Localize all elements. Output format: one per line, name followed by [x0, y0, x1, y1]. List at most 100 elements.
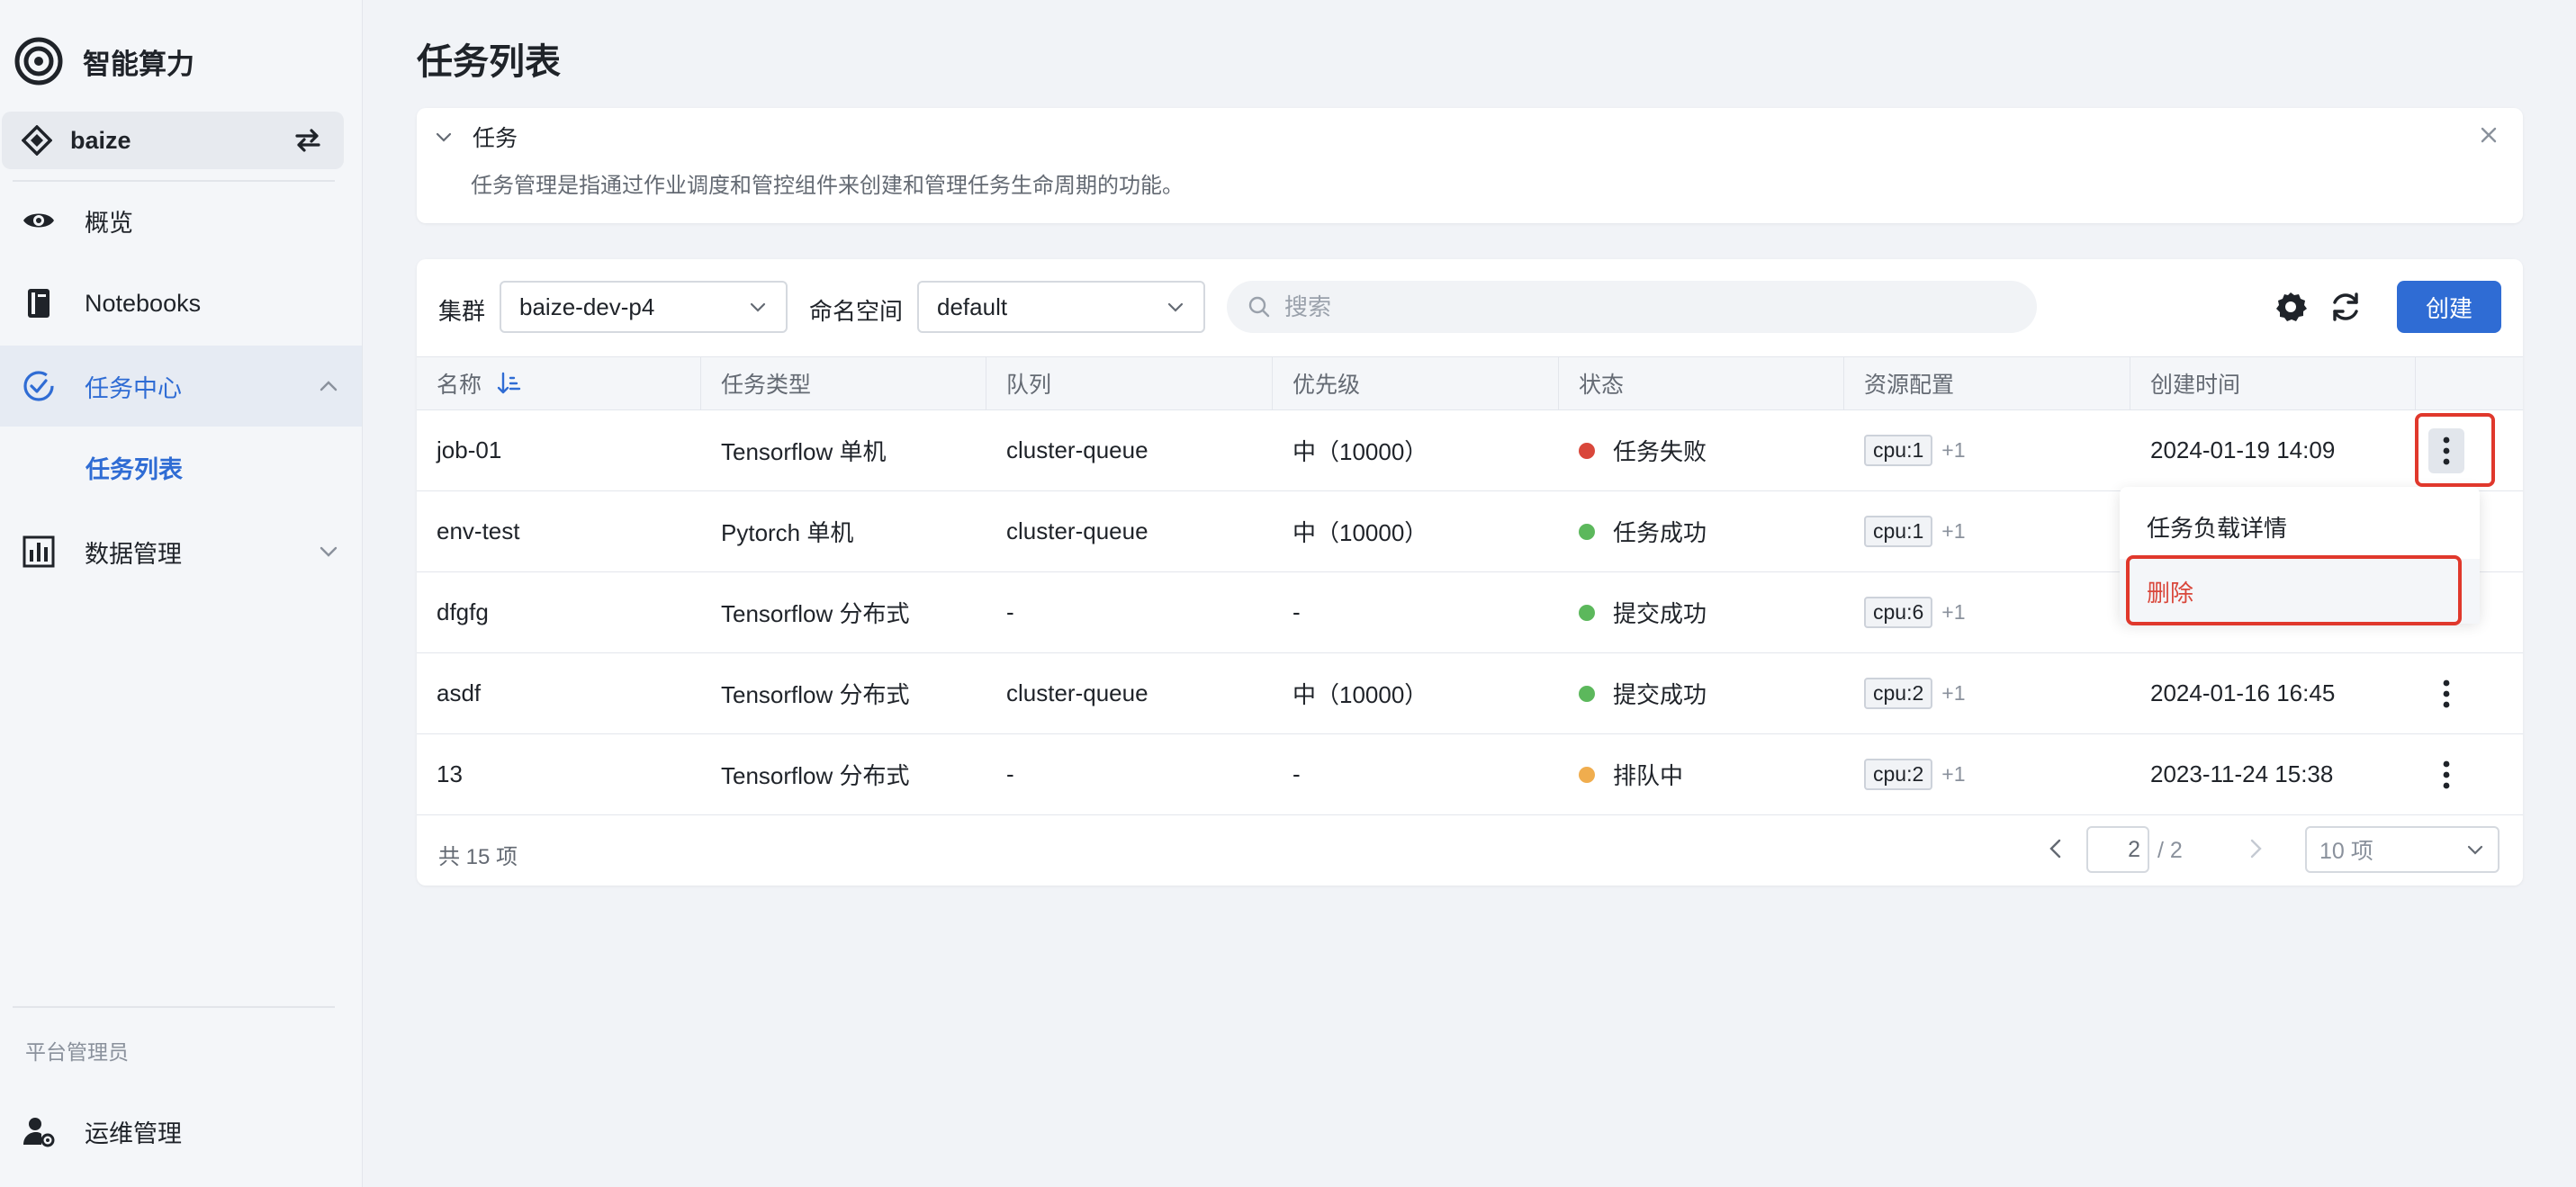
search-input[interactable]	[1284, 292, 2017, 321]
check-circle-icon	[23, 371, 54, 401]
cell-created: 2024-01-16 16:45	[2150, 679, 2336, 706]
gear-icon[interactable]	[2274, 290, 2308, 324]
cell-name[interactable]: env-test	[417, 491, 520, 571]
chevron-left-icon[interactable]	[2044, 837, 2067, 860]
column-header-actions	[2416, 357, 2523, 409]
status-dot	[1579, 442, 1595, 459]
column-header-label: 任务类型	[721, 373, 812, 398]
cell-queue: -	[1006, 598, 1014, 625]
namespace-select-value: default	[937, 292, 1008, 320]
menu-item-workload-details[interactable]: 任务负载详情	[2120, 494, 2480, 559]
cell-priority: 中（10000）	[1293, 519, 1428, 546]
cell-type: Tensorflow 单机	[721, 438, 887, 465]
eye-icon	[23, 213, 54, 228]
column-header-label: 创建时间	[2150, 373, 2241, 398]
chevron-down-icon	[2467, 845, 2483, 855]
sidebar: 智能算力 baize 概览 Notebooks 任务中心 任务列表 数据管理 平…	[0, 0, 363, 1187]
status-dot	[1579, 604, 1595, 621]
column-header-label: 名称	[437, 373, 482, 398]
row-actions-menu: 任务负载详情 删除	[2120, 487, 2480, 624]
sidebar-divider	[13, 1006, 335, 1008]
page-title: 任务列表	[417, 42, 561, 82]
sidebar-item-overview[interactable]: 概览	[0, 180, 362, 261]
workspace-name: baize	[70, 126, 131, 154]
more-vertical-icon	[2443, 436, 2450, 465]
cluster-label: 集群	[438, 298, 486, 325]
total-count: 共 15 项	[438, 845, 518, 869]
column-header-label: 资源配置	[1864, 373, 1955, 398]
table-row[interactable]: job-01 Tensorflow 单机 cluster-queue 中（100…	[417, 410, 2523, 491]
cell-status: 排队中	[1559, 734, 1683, 814]
cell-resource: cpu:2 +1	[1844, 734, 1966, 814]
table-header: 名称 任务类型 队列 优先级 状态 资源配置 创建时间	[417, 356, 2523, 410]
menu-item-delete[interactable]: 删除	[2120, 559, 2480, 624]
chevron-down-icon	[1167, 302, 1184, 312]
cell-name[interactable]: 13	[417, 734, 463, 814]
namespace-label: 命名空间	[809, 298, 904, 325]
resource-tag: cpu:1	[1864, 435, 1933, 466]
column-header-label: 状态	[1579, 373, 1625, 398]
brand[interactable]: 智能算力	[14, 34, 194, 88]
page-size-select[interactable]: 10 项	[2305, 826, 2499, 873]
cluster-select[interactable]: baize-dev-p4	[500, 281, 788, 333]
info-panel-header[interactable]: 任务	[433, 121, 518, 153]
table-row[interactable]: 13 Tensorflow 分布式 - - 排队中 cpu:2 +1 2023-…	[417, 734, 2523, 815]
status-text: 提交成功	[1613, 681, 1707, 708]
cell-name[interactable]: dfgfg	[417, 572, 489, 652]
sidebar-item-data-management[interactable]: 数据管理	[0, 511, 362, 592]
info-panel: 任务 任务管理是指通过作业调度和管控组件来创建和管理任务生命周期的功能。	[417, 108, 2523, 223]
sidebar-item-label: 任务中心	[85, 374, 182, 402]
status-text: 提交成功	[1613, 600, 1707, 627]
column-header-priority: 优先级	[1273, 357, 1559, 409]
info-panel-description: 任务管理是指通过作业调度和管控组件来创建和管理任务生命周期的功能。	[471, 174, 1184, 198]
status-text: 任务失败	[1613, 438, 1707, 465]
status-text: 任务成功	[1613, 519, 1707, 546]
create-button[interactable]: 创建	[2397, 281, 2501, 333]
cell-resource: cpu:1 +1	[1844, 491, 1966, 571]
info-panel-title: 任务	[473, 126, 518, 151]
row-actions-button[interactable]	[2428, 671, 2464, 716]
cell-created: 2024-01-19 14:09	[2150, 436, 2336, 463]
resource-tag: cpu:2	[1864, 759, 1933, 790]
sidebar-item-ops-management[interactable]: 运维管理	[0, 1091, 362, 1172]
status-dot	[1579, 685, 1595, 702]
swap-icon[interactable]	[292, 124, 324, 157]
refresh-icon[interactable]	[2328, 290, 2363, 324]
resource-more[interactable]: +1	[1941, 519, 1965, 544]
cell-name[interactable]: job-01	[417, 410, 501, 490]
row-actions-button[interactable]	[2428, 752, 2464, 797]
page-number-input[interactable]	[2086, 826, 2149, 873]
sidebar-section-label: 平台管理员	[25, 1040, 129, 1064]
cell-name[interactable]: asdf	[417, 653, 481, 733]
column-header-name[interactable]: 名称	[417, 357, 701, 409]
book-icon	[28, 289, 50, 318]
resource-more[interactable]: +1	[1941, 438, 1965, 463]
column-header-resource: 资源配置	[1844, 357, 2130, 409]
sidebar-item-label: 数据管理	[85, 540, 182, 568]
row-actions-button[interactable]	[2428, 428, 2464, 473]
search-icon	[1248, 296, 1270, 318]
resource-tag: cpu:1	[1864, 516, 1933, 547]
chevron-up-icon	[320, 381, 338, 391]
resource-more[interactable]: +1	[1941, 762, 1965, 787]
chevron-down-icon	[320, 546, 338, 557]
brand-title: 智能算力	[83, 48, 194, 80]
sidebar-item-notebooks[interactable]: Notebooks	[0, 263, 362, 344]
close-icon[interactable]	[2476, 122, 2501, 148]
sidebar-subitem-task-list[interactable]: 任务列表	[86, 450, 183, 485]
sort-icon[interactable]	[496, 371, 521, 396]
resource-more[interactable]: +1	[1941, 681, 1965, 706]
sidebar-item-label: Notebooks	[85, 289, 202, 317]
user-gear-icon	[23, 1118, 55, 1147]
cell-type: Tensorflow 分布式	[721, 600, 910, 627]
more-vertical-icon	[2443, 679, 2450, 708]
resource-more[interactable]: +1	[1941, 600, 1965, 625]
chevron-down-icon	[750, 302, 766, 312]
workspace-switcher[interactable]: baize	[2, 112, 344, 169]
status-dot	[1579, 523, 1595, 540]
namespace-select[interactable]: default	[917, 281, 1205, 333]
page-size-value: 10 项	[2319, 839, 2373, 864]
sidebar-item-task-center[interactable]: 任务中心	[0, 346, 362, 427]
chevron-right-icon[interactable]	[2244, 837, 2267, 860]
table-row[interactable]: asdf Tensorflow 分布式 cluster-queue 中（1000…	[417, 653, 2523, 734]
